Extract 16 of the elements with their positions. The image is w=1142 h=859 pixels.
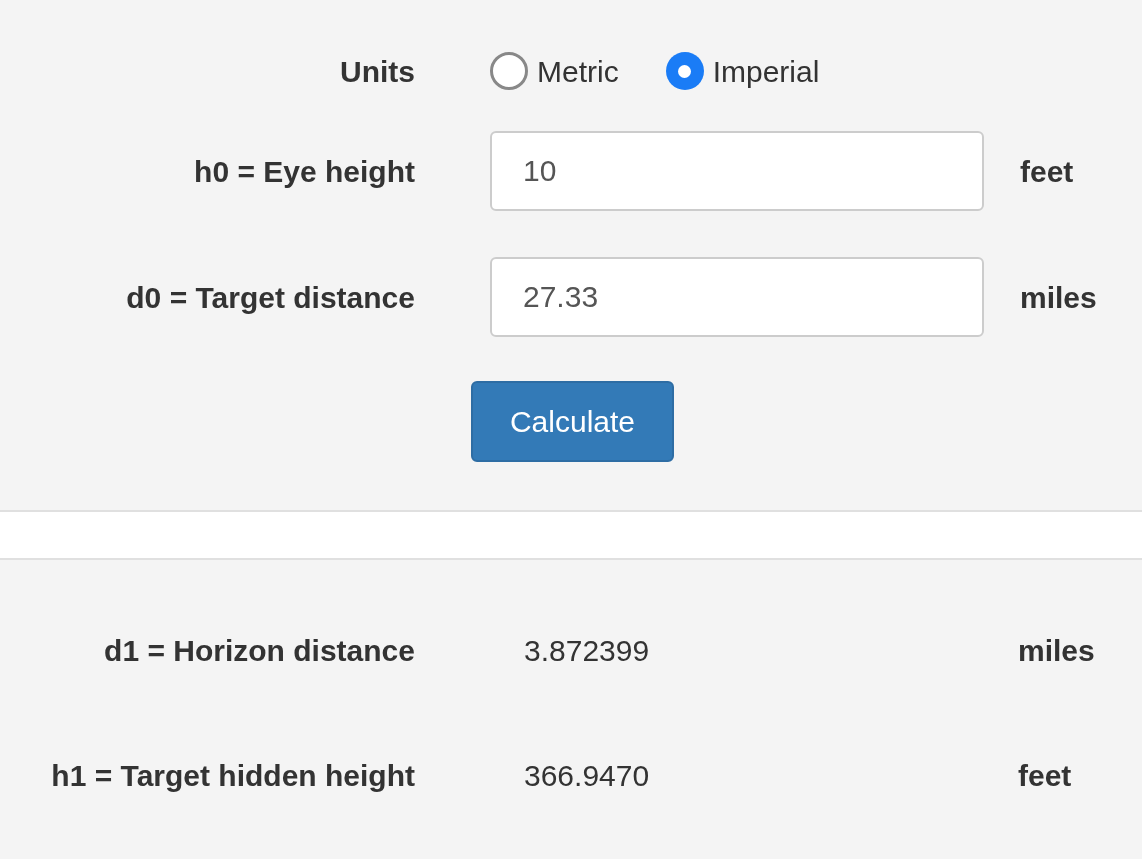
result-label: d1 = Horizon distance [103,632,415,669]
field-label: h0 = Eye height [193,153,415,190]
unit-label: feet [1020,153,1074,190]
result-label: h1 = Target hidden height [50,757,415,794]
units-label: Units [339,53,415,90]
result-value: 3.872399 [524,632,651,669]
calculate-button[interactable]: Calculate [471,381,674,462]
unit-label: feet [1018,757,1072,794]
input-field[interactable]: 27.33 [490,257,984,337]
radio-option[interactable]: Metric [490,48,619,94]
result-value: 366.9470 [524,757,651,794]
field-label: d0 = Target distance [125,279,415,316]
unit-label: miles [1020,279,1097,316]
radio-option[interactable]: Imperial [665,48,820,94]
input-field[interactable]: 10 [490,131,984,211]
unit-label: miles [1018,632,1095,669]
